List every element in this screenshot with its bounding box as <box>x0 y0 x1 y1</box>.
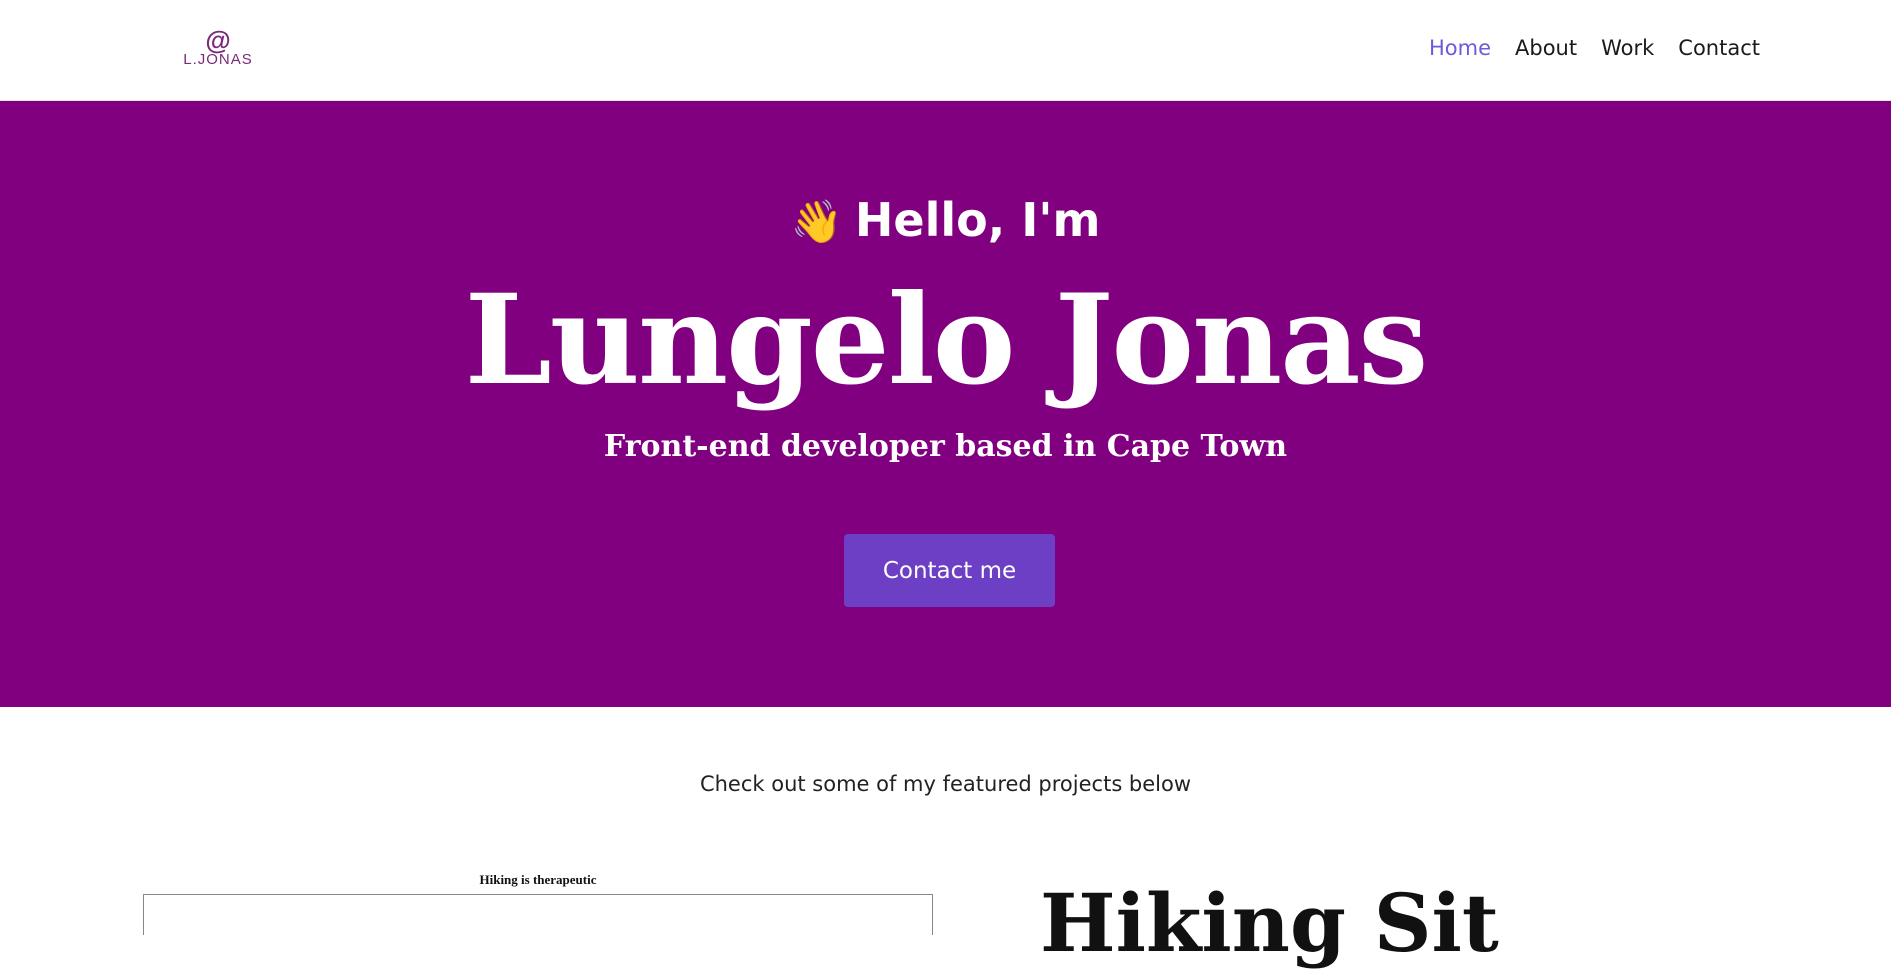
nav-links: Home About Work Contact <box>1429 36 1760 60</box>
nav-home-link[interactable]: Home <box>1429 36 1491 60</box>
nav-work-link[interactable]: Work <box>1601 36 1654 60</box>
top-navbar: @ L.JONAS Home About Work Contact <box>0 0 1891 101</box>
hero-name: Lungelo Jonas <box>464 268 1429 413</box>
greeting-text: Hello, I'm <box>854 193 1101 247</box>
logo-text: L.JONAS <box>183 51 253 68</box>
logo-at-symbol: @ <box>205 25 231 55</box>
project-title: Hiking Sit <box>1040 876 1499 970</box>
hero-tagline: Front-end developer based in Cape Town <box>603 429 1288 464</box>
project-preview-caption: Hiking is therapeutic <box>479 872 597 887</box>
waving-hand-icon: 👋 <box>790 197 843 246</box>
project-preview-image[interactable]: Hiking is therapeutic <box>143 872 933 935</box>
project-preview-frame <box>143 894 933 935</box>
hero-greeting: 👋 Hello, I'm <box>0 193 1891 247</box>
contact-me-button[interactable]: Contact me <box>844 534 1055 607</box>
nav-contact-link[interactable]: Contact <box>1678 36 1760 60</box>
site-logo[interactable]: @ L.JONAS <box>170 25 266 68</box>
hero-section: 👋 Hello, I'm Lungelo Jonas Front-end deve… <box>0 101 1891 707</box>
nav-about-link[interactable]: About <box>1515 36 1577 60</box>
projects-intro-text: Check out some of my featured projects b… <box>699 772 1192 796</box>
